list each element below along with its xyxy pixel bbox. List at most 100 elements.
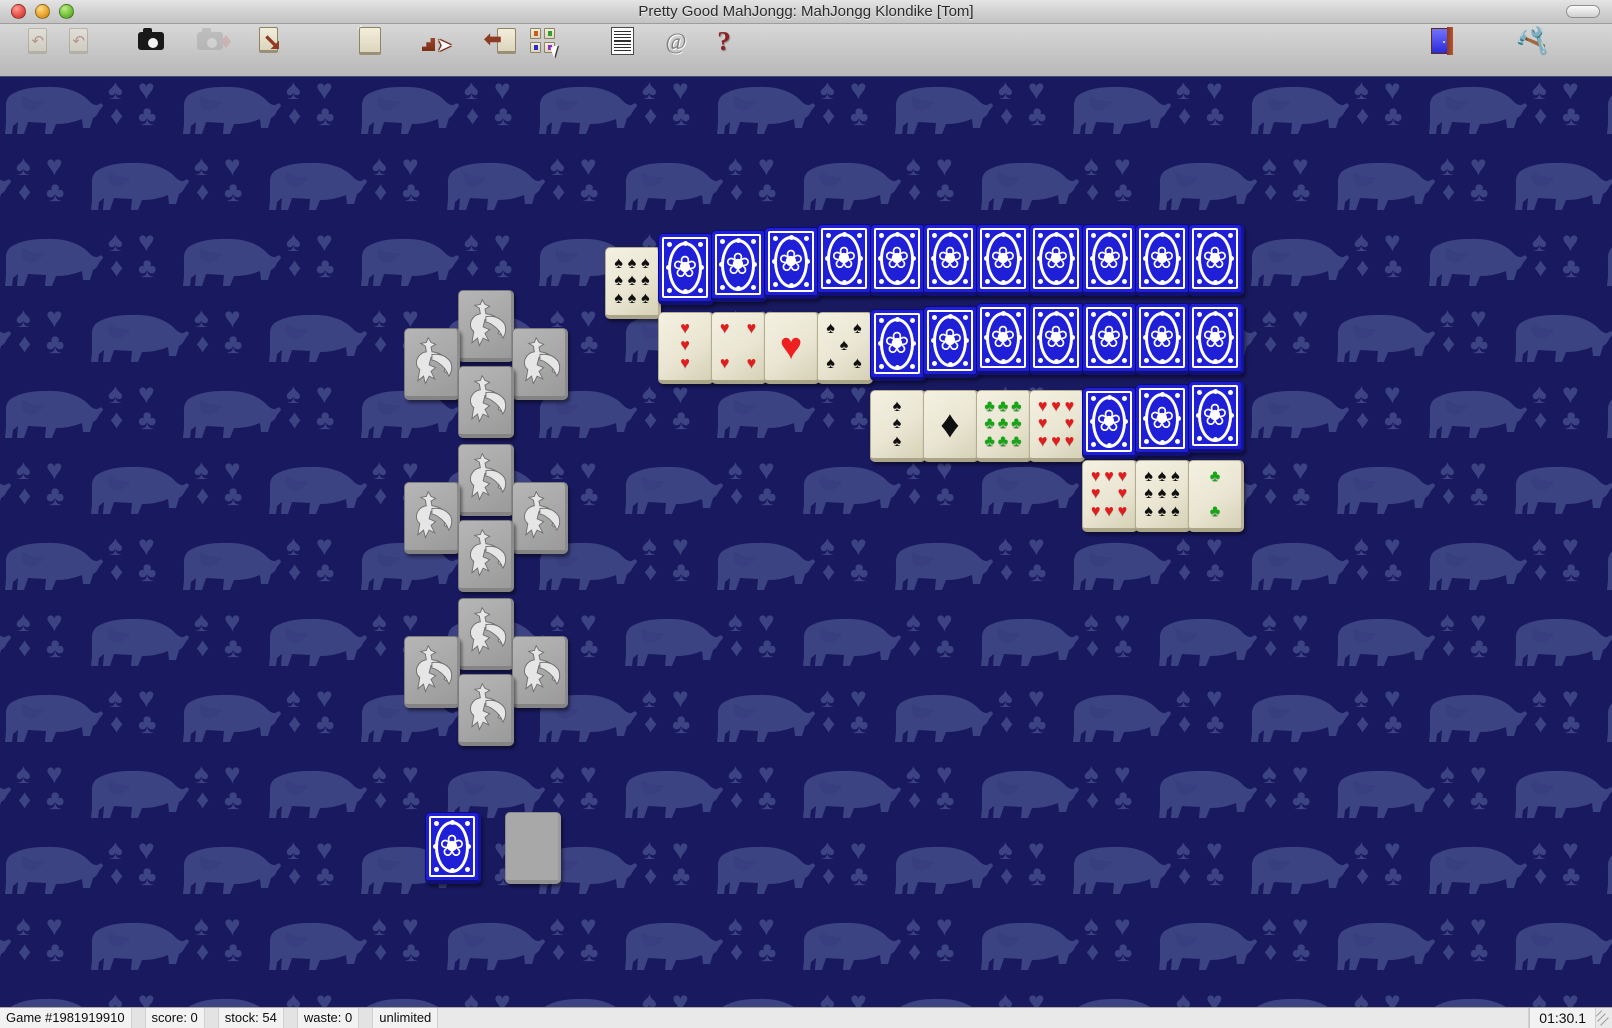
suit-motif-group: ♠♥♦♣ bbox=[1176, 988, 1242, 1007]
tile-face-down[interactable]: ❀ bbox=[711, 230, 767, 302]
tile-4-hearts[interactable]: ♥♥♥♥ bbox=[711, 312, 767, 384]
diamond-icon: ♦ bbox=[1534, 406, 1547, 432]
club-icon: ♣ bbox=[1384, 406, 1402, 434]
background-motif-cell: ♠♥♦♣ bbox=[178, 836, 356, 898]
toolbar-button-automove[interactable]: ➞ bbox=[235, 26, 309, 76]
diamond-icon: ♦ bbox=[1264, 330, 1277, 356]
pip-clubs: ♣ bbox=[1011, 399, 1022, 415]
tile-face-down[interactable]: ❀ bbox=[923, 306, 979, 378]
tile-face-down[interactable]: ❀ bbox=[658, 233, 714, 305]
club-icon: ♣ bbox=[316, 710, 334, 738]
club-icon: ♣ bbox=[758, 178, 776, 206]
tile-3-hearts[interactable]: ♥♥♥ bbox=[658, 312, 714, 384]
tile-face-down[interactable]: ❀ bbox=[1135, 384, 1191, 456]
tile-face-down[interactable]: ❀ bbox=[764, 227, 820, 299]
tile-face-down[interactable]: ❀ bbox=[1135, 224, 1191, 296]
tile-face-down[interactable]: ❀ bbox=[1188, 303, 1244, 375]
diamond-icon: ♦ bbox=[1356, 710, 1369, 736]
foundation-slot-right-2[interactable] bbox=[512, 482, 568, 554]
new-tile-icon: ✦ bbox=[359, 27, 385, 55]
tile-face-down[interactable]: ❀ bbox=[817, 224, 873, 296]
suit-motif-group: ♠♥♦♣ bbox=[998, 684, 1064, 746]
foundation-slot-bottom-2[interactable] bbox=[458, 520, 514, 592]
tile-face-down[interactable]: ❀ bbox=[1082, 303, 1138, 375]
foundation-slot-top-1[interactable] bbox=[458, 290, 514, 362]
background-motif-cell: ♠♥♦♣ bbox=[0, 988, 178, 1007]
bear-icon bbox=[442, 154, 546, 212]
background-motif-cell: ♠♥♦♣ bbox=[1332, 912, 1510, 974]
tile-back-oval: ❀ bbox=[1145, 393, 1179, 445]
tile-back-pattern: ❀ bbox=[768, 231, 814, 292]
resize-grip[interactable] bbox=[1596, 1008, 1612, 1028]
foundation-slot-right-3[interactable] bbox=[512, 636, 568, 708]
foundation-slot-left-3[interactable] bbox=[404, 636, 460, 708]
background-motif-cell: ♠♥♦♣ bbox=[178, 684, 356, 746]
tile-2-clubs[interactable]: ♣♣ bbox=[1188, 460, 1244, 532]
foundation-slot-right-1[interactable] bbox=[512, 328, 568, 400]
toolbar-toggle-pill[interactable] bbox=[1566, 5, 1600, 18]
bear-icon bbox=[1602, 686, 1612, 744]
bear-icon bbox=[1154, 610, 1258, 668]
suit-motif-group: ♠♥♦♣ bbox=[1354, 228, 1420, 290]
game-board[interactable]: ♠♥♦♣ ♠♥♦♣ ♠♥♦♣ ♠♥♦♣ ♠♥♦♣ ♠♥♦♣ ♠♥♦♣ ♠♥♦♣ ♠♥♦♣ ♠♥♦♣… bbox=[0, 77, 1612, 1007]
toolbar-button-select[interactable] bbox=[506, 26, 580, 76]
foundation-slot-top-2[interactable] bbox=[458, 444, 514, 516]
tile-face-down[interactable]: ❀ bbox=[976, 303, 1032, 375]
tile-face-down[interactable]: ❀ bbox=[923, 224, 979, 296]
tile-A-hearts[interactable]: ♥ bbox=[764, 312, 820, 384]
club-icon: ♣ bbox=[1206, 102, 1224, 130]
tile-8-hearts[interactable]: ♥♥♥♥♥♥♥♥ bbox=[1082, 460, 1138, 532]
tile-face-down[interactable]: ❀ bbox=[1135, 303, 1191, 375]
bear-icon bbox=[1068, 686, 1172, 744]
tile-9-clubs[interactable]: ♣♣♣♣♣♣♣♣♣ bbox=[976, 390, 1032, 462]
foundation-slot-bottom-3[interactable] bbox=[458, 674, 514, 746]
tile-face-down[interactable]: ❀ bbox=[1029, 303, 1085, 375]
diamond-icon: ♦ bbox=[288, 406, 301, 432]
waste-pile[interactable] bbox=[505, 812, 561, 884]
status-spacer-1 bbox=[132, 1008, 146, 1028]
tile-face-down[interactable]: ❀ bbox=[870, 224, 926, 296]
tile-face-down[interactable]: ❀ bbox=[870, 309, 926, 381]
bear-icon bbox=[534, 990, 638, 1007]
tile-A-diamonds[interactable]: ♦ bbox=[923, 390, 979, 462]
tile-face-down[interactable]: ❀ bbox=[1029, 224, 1085, 296]
toolbar-button-rules[interactable]: ? bbox=[687, 26, 761, 76]
background-motif-cell: ♠♥♦♣ bbox=[712, 836, 890, 898]
bear-icon bbox=[0, 458, 12, 516]
diamond-icon: ♦ bbox=[374, 178, 387, 204]
toolbar-button-close[interactable] bbox=[1405, 26, 1479, 76]
tile-face-down[interactable]: ❀ bbox=[1082, 387, 1138, 459]
bear-icon bbox=[712, 78, 816, 136]
tile-face-down[interactable]: ❀ bbox=[1188, 224, 1244, 296]
diamond-icon: ♦ bbox=[1534, 102, 1547, 128]
foundation-slot-top-3[interactable] bbox=[458, 598, 514, 670]
tile-9-spades[interactable]: ♠♠♠♠♠♠♠♠♠ bbox=[605, 247, 661, 319]
tile-face-down[interactable]: ❀ bbox=[1082, 224, 1138, 296]
foundation-slot-left-2[interactable] bbox=[404, 482, 460, 554]
tile-back-oval: ❀ bbox=[1198, 312, 1232, 364]
tile-face-down[interactable]: ❀ bbox=[976, 224, 1032, 296]
tile-face-down[interactable]: ❀ bbox=[1188, 381, 1244, 453]
tile-5-spades[interactable]: ♠♠♠♠♠ bbox=[817, 312, 873, 384]
bear-icon bbox=[798, 458, 902, 516]
background-motif-cell: ♠♥♦♣ bbox=[442, 152, 620, 214]
pip-hearts: ♥ bbox=[1091, 469, 1101, 485]
toolbar-button-customize[interactable]: 🔨🔧 bbox=[1495, 26, 1569, 76]
tile-pip-grid: ♣♣♣♣♣♣♣♣♣ bbox=[977, 391, 1029, 458]
foundation-slot-left-1[interactable] bbox=[404, 328, 460, 400]
toolbar-button-newgame[interactable]: ✦ bbox=[335, 26, 409, 76]
background-motif-cell: ♠♥♦♣ bbox=[0, 77, 178, 138]
snowflake-icon: ❀ bbox=[937, 244, 962, 274]
stock-pile[interactable]: ❀ bbox=[425, 812, 481, 884]
status-spacer-4 bbox=[359, 1008, 373, 1028]
diamond-icon: ♦ bbox=[288, 862, 301, 888]
bear-icon bbox=[890, 534, 994, 592]
foundation-slot-bottom-1[interactable] bbox=[458, 366, 514, 438]
background-motif-cell: ♠♥♦♣ bbox=[1424, 532, 1602, 594]
diamond-icon: ♦ bbox=[110, 102, 123, 128]
tile-9-spades[interactable]: ♠♠♠♠♠♠♠♠♠ bbox=[1135, 460, 1191, 532]
diamond-icon: ♦ bbox=[18, 938, 31, 964]
tile-3-spades[interactable]: ♠♠♠ bbox=[870, 390, 926, 462]
tile-8-hearts[interactable]: ♥♥♥♥♥♥♥♥ bbox=[1029, 390, 1085, 462]
pip-hearts: ♥ bbox=[1104, 469, 1114, 485]
